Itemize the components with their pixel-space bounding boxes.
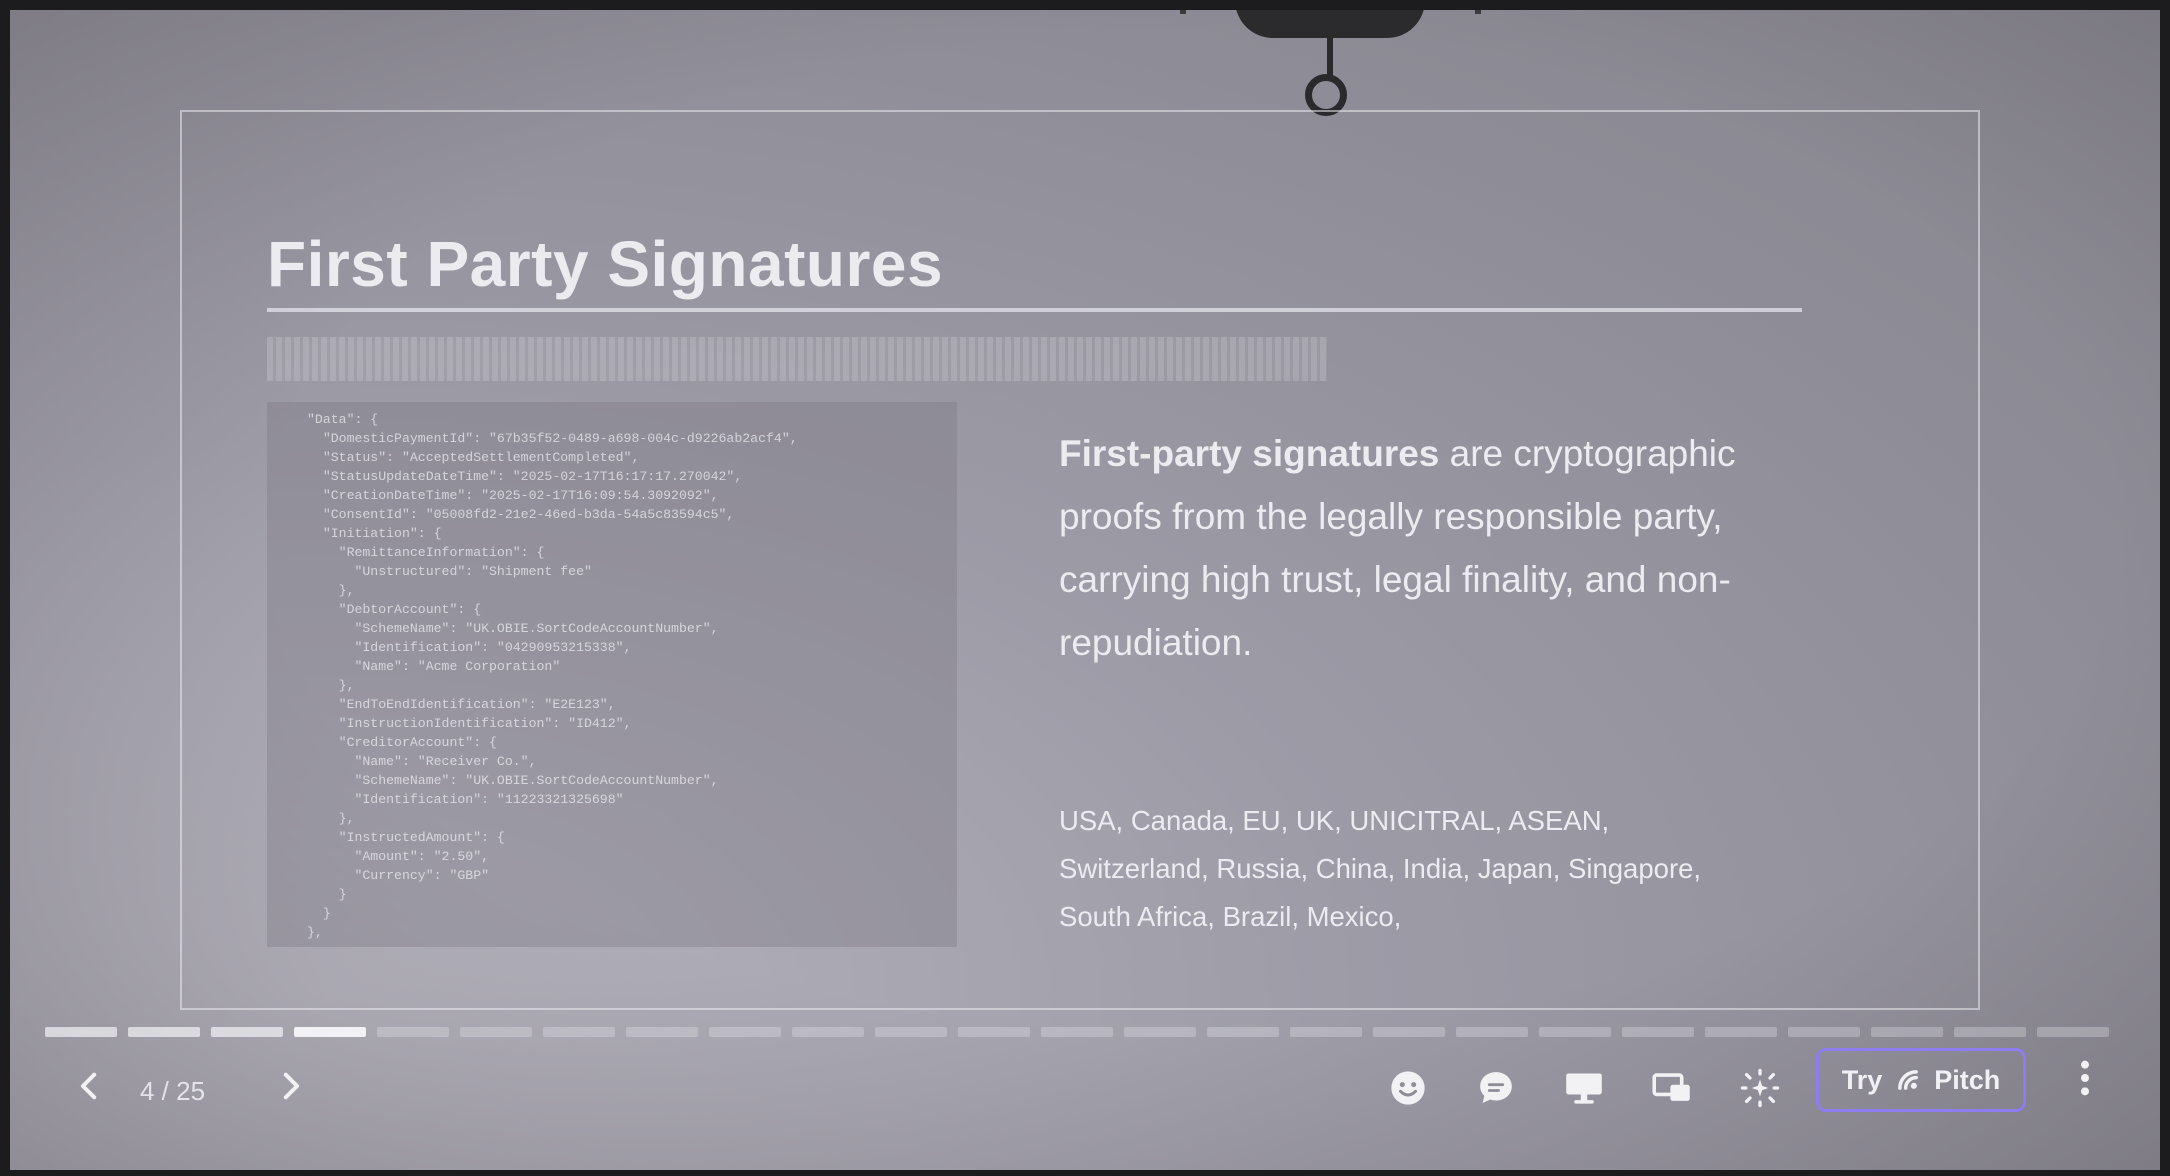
progress-segment[interactable] <box>709 1027 781 1037</box>
progress-segment[interactable] <box>1207 1027 1279 1037</box>
presenter-view-icon <box>1566 1073 1602 1104</box>
progress-segment[interactable] <box>1705 1027 1777 1037</box>
pitch-logo-icon <box>1898 1070 1919 1090</box>
comment-icon <box>1480 1072 1512 1103</box>
progress-segment[interactable] <box>45 1027 117 1037</box>
title-divider <box>267 308 1802 312</box>
slide-title: First Party Signatures <box>267 228 944 300</box>
progress-segment[interactable] <box>1456 1027 1528 1037</box>
progress-segment[interactable] <box>1041 1027 1113 1037</box>
progress-segment[interactable] <box>211 1027 283 1037</box>
sparkle-ai-icon <box>1740 1068 1780 1108</box>
try-pitch-button[interactable]: Try Pitch <box>1816 1048 2026 1112</box>
progress-segment[interactable] <box>875 1027 947 1037</box>
ai-magic-button[interactable] <box>1732 1060 1788 1116</box>
presenter-view-button[interactable] <box>1556 1060 1612 1116</box>
more-options-button[interactable] <box>2070 1056 2100 1116</box>
json-code-sample: "Data": { "DomesticPaymentId": "67b35f52… <box>307 412 798 940</box>
progress-segment[interactable] <box>1954 1027 2026 1037</box>
progress-segment[interactable] <box>128 1027 200 1037</box>
screen-share-button[interactable] <box>1644 1060 1700 1116</box>
slide-progress-bar[interactable] <box>45 1017 2120 1037</box>
progress-segment[interactable] <box>1539 1027 1611 1037</box>
slide-frame: First Party Signatures "Data": { "Domest… <box>180 110 1980 1010</box>
projector-screen: First Party Signatures "Data": { "Domest… <box>10 10 2160 1170</box>
comments-button[interactable] <box>1468 1060 1524 1116</box>
screen-share-icon <box>1652 1073 1690 1101</box>
progress-segment[interactable] <box>626 1027 698 1037</box>
jurisdictions-list: USA, Canada, EU, UK, UNICITRAL, ASEAN, S… <box>1059 805 1702 932</box>
try-label: Try <box>1841 1064 1883 1095</box>
chevron-right-icon <box>283 1072 300 1100</box>
prev-slide-button[interactable] <box>60 1060 120 1120</box>
emoji-reaction-icon <box>1391 1071 1425 1105</box>
pitch-label: Pitch <box>1934 1064 2001 1095</box>
progress-segment[interactable] <box>1373 1027 1445 1037</box>
slide-counter: 4 / 25 <box>140 1076 206 1106</box>
progress-segment[interactable] <box>460 1027 532 1037</box>
more-vertical-icon <box>2081 1060 2089 1096</box>
code-panel: "Data": { "DomesticPaymentId": "67b35f52… <box>267 402 957 947</box>
progress-segment[interactable] <box>2037 1027 2109 1037</box>
slide-description: First-party signatures are cryptographic… <box>1059 422 1779 674</box>
progress-segment[interactable] <box>294 1027 366 1037</box>
progress-segment[interactable] <box>1788 1027 1860 1037</box>
progress-segment[interactable] <box>377 1027 449 1037</box>
progress-segment[interactable] <box>792 1027 864 1037</box>
next-slide-button[interactable] <box>260 1060 320 1120</box>
reactions-button[interactable] <box>1380 1060 1436 1116</box>
progress-segment[interactable] <box>1871 1027 1943 1037</box>
progress-segment[interactable] <box>1622 1027 1694 1037</box>
progress-segment[interactable] <box>1290 1027 1362 1037</box>
chevron-left-icon <box>80 1072 97 1100</box>
progress-segment[interactable] <box>543 1027 615 1037</box>
progress-segment[interactable] <box>958 1027 1030 1037</box>
progress-segment[interactable] <box>1124 1027 1196 1037</box>
description-bold: First-party signatures <box>1059 433 1440 474</box>
code-header-strip <box>267 337 1327 381</box>
